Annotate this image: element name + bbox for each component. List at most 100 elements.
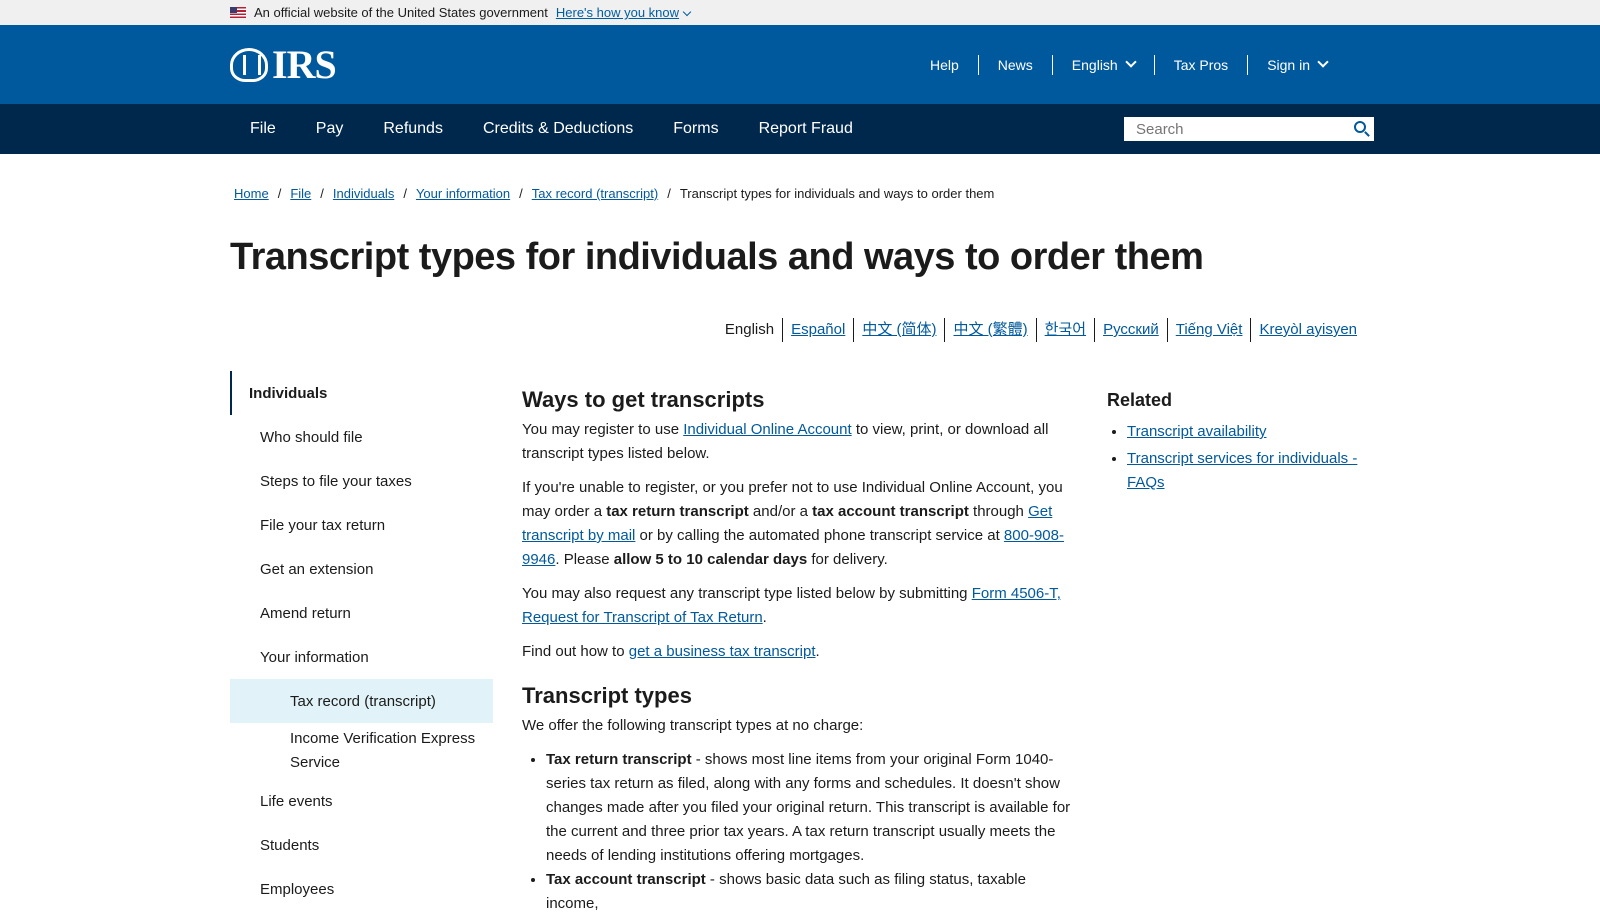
- nav-report-fraud[interactable]: Report Fraud: [739, 120, 873, 138]
- sidenav-get-extension[interactable]: Get an extension: [230, 547, 493, 591]
- language-dropdown[interactable]: English: [1051, 54, 1154, 75]
- related-heading: Related: [1107, 390, 1173, 410]
- text: and/or a: [748, 503, 813, 520]
- sidenav-income-verification[interactable]: Income Verification Express Service: [230, 723, 493, 779]
- bold-text: allow 5 to 10 calendar days: [613, 551, 808, 568]
- sidenav-tax-record[interactable]: Tax record (transcript): [230, 679, 493, 723]
- irs-logo[interactable]: IRS: [230, 41, 337, 88]
- heres-how-you-know-link[interactable]: Here's how you know: [555, 5, 692, 20]
- related-list: Transcript availability Transcript servi…: [1127, 420, 1363, 495]
- sidenav-steps-to-file[interactable]: Steps to file your taxes: [230, 459, 493, 503]
- paragraph-no-charge: We offer the following transcript types …: [522, 717, 864, 734]
- transcript-availability-link[interactable]: Transcript availability: [1127, 423, 1267, 440]
- lang-russian[interactable]: Русский: [1094, 318, 1167, 342]
- search-input[interactable]: [1124, 117, 1344, 141]
- nav-forms[interactable]: Forms: [653, 120, 738, 138]
- text: for delivery.: [807, 551, 888, 568]
- lang-chinese-traditional[interactable]: 中文 (繁體): [944, 318, 1035, 342]
- search-box: [1124, 117, 1374, 141]
- nav-pay[interactable]: Pay: [296, 120, 364, 138]
- breadcrumb-separator: /: [519, 186, 523, 201]
- paragraph-business-transcript: Find out how to get a business tax trans…: [522, 640, 1074, 664]
- search-icon[interactable]: [1354, 121, 1366, 133]
- gov-banner-text: An official website of the United States…: [254, 5, 548, 20]
- lang-english: English: [724, 321, 775, 338]
- help-link[interactable]: Help: [911, 55, 978, 75]
- text: or by calling the automated phone transc…: [635, 527, 1004, 544]
- transcript-services-faqs-link[interactable]: Transcript services for individuals - FA…: [1127, 450, 1357, 491]
- breadcrumb-home[interactable]: Home: [234, 186, 269, 201]
- transcript-types-list: Tax return transcript - shows most line …: [546, 748, 1074, 916]
- heading-transcript-types: Transcript types: [522, 683, 692, 708]
- breadcrumb-separator: /: [667, 186, 671, 201]
- nav-credits-deductions[interactable]: Credits & Deductions: [463, 120, 653, 138]
- nav-file[interactable]: File: [230, 120, 296, 138]
- chevron-down-icon: [1317, 55, 1329, 68]
- bold-text: tax return transcript: [606, 503, 749, 520]
- sidenav-amend-return[interactable]: Amend return: [230, 591, 493, 635]
- chevron-down-icon: [682, 7, 692, 17]
- chevron-down-icon: [1125, 55, 1137, 68]
- heres-how-you-know-label: Here's how you know: [555, 5, 680, 20]
- nav-refunds[interactable]: Refunds: [363, 120, 463, 138]
- text: through: [968, 503, 1029, 520]
- news-link[interactable]: News: [977, 54, 1052, 75]
- heading-ways-to-get: Ways to get transcripts: [522, 387, 765, 412]
- news-label: News: [997, 56, 1033, 73]
- side-nav: Individuals Who should file Steps to fil…: [230, 371, 493, 911]
- list-item: Transcript services for individuals - FA…: [1127, 447, 1363, 495]
- paragraph-online-account: You may register to use Individual Onlin…: [522, 418, 1074, 466]
- main-content: Ways to get transcripts You may register…: [522, 388, 1074, 916]
- lang-vietnamese[interactable]: Tiếng Việt: [1166, 318, 1251, 342]
- us-flag-icon: [230, 7, 246, 18]
- text: . Please: [555, 551, 614, 568]
- list-item: Tax account transcript - shows basic dat…: [546, 868, 1074, 916]
- paragraph-by-mail: If you're unable to register, or you pre…: [522, 476, 1074, 572]
- text: .: [815, 643, 820, 660]
- page-title: Transcript types for individuals and way…: [230, 236, 1204, 278]
- lang-spanish[interactable]: Español: [782, 318, 853, 342]
- sidenav-file-your-return[interactable]: File your tax return: [230, 503, 493, 547]
- list-item: Transcript availability: [1127, 420, 1363, 444]
- tax-pros-link[interactable]: Tax Pros: [1153, 54, 1247, 75]
- text: Find out how to: [522, 643, 629, 660]
- breadcrumb-separator: /: [277, 186, 282, 201]
- sign-in-dropdown[interactable]: Sign in: [1247, 54, 1346, 75]
- eagle-logo-icon: [230, 47, 268, 82]
- lang-chinese-simplified[interactable]: 中文 (简体): [853, 318, 944, 342]
- sidenav-individuals[interactable]: Individuals: [230, 371, 493, 415]
- breadcrumb-separator: /: [403, 186, 407, 201]
- bold-text: tax account transcript: [812, 503, 969, 520]
- sidenav-employees[interactable]: Employees: [230, 867, 493, 911]
- sidenav-your-information[interactable]: Your information: [230, 635, 493, 679]
- language-selector: English Español 中文 (简体) 中文 (繁體) 한국어 Русс…: [717, 318, 1365, 342]
- sidenav-life-events[interactable]: Life events: [230, 779, 493, 823]
- utility-nav: Help News English Tax Pros Sign in: [911, 54, 1346, 75]
- breadcrumb-tax-record[interactable]: Tax record (transcript): [532, 186, 658, 201]
- bold-text: Tax return transcript: [546, 751, 692, 768]
- sidenav-students[interactable]: Students: [230, 823, 493, 867]
- bold-text: Tax account transcript: [546, 871, 706, 888]
- language-label: English: [1071, 56, 1118, 73]
- individual-online-account-link[interactable]: Individual Online Account: [683, 421, 851, 438]
- gov-banner: An official website of the United States…: [0, 0, 1600, 25]
- text: You may register to use: [522, 421, 684, 438]
- nav-items: File Pay Refunds Credits & Deductions Fo…: [230, 120, 873, 138]
- breadcrumb-current: Transcript types for individuals and way…: [679, 186, 995, 201]
- breadcrumb: Home / File / Individuals / Your informatio…: [234, 186, 994, 201]
- help-label: Help: [929, 56, 959, 73]
- sign-in-label: Sign in: [1267, 56, 1310, 73]
- tax-pros-label: Tax Pros: [1173, 56, 1229, 73]
- breadcrumb-separator: /: [320, 186, 324, 201]
- site-header: IRS Help News English Tax Pros Sign in: [0, 25, 1600, 104]
- list-item: Tax return transcript - shows most line …: [546, 748, 1074, 868]
- breadcrumb-your-information[interactable]: Your information: [416, 186, 510, 201]
- breadcrumb-file[interactable]: File: [290, 186, 311, 201]
- text: .: [762, 609, 767, 626]
- breadcrumb-individuals[interactable]: Individuals: [333, 186, 394, 201]
- lang-korean[interactable]: 한국어: [1035, 318, 1094, 342]
- sidenav-who-should-file[interactable]: Who should file: [230, 415, 493, 459]
- lang-haitian-creole[interactable]: Kreyòl ayisyen: [1250, 318, 1365, 342]
- text: You may also request any transcript type…: [522, 585, 972, 602]
- business-tax-transcript-link[interactable]: get a business tax transcript: [629, 643, 816, 660]
